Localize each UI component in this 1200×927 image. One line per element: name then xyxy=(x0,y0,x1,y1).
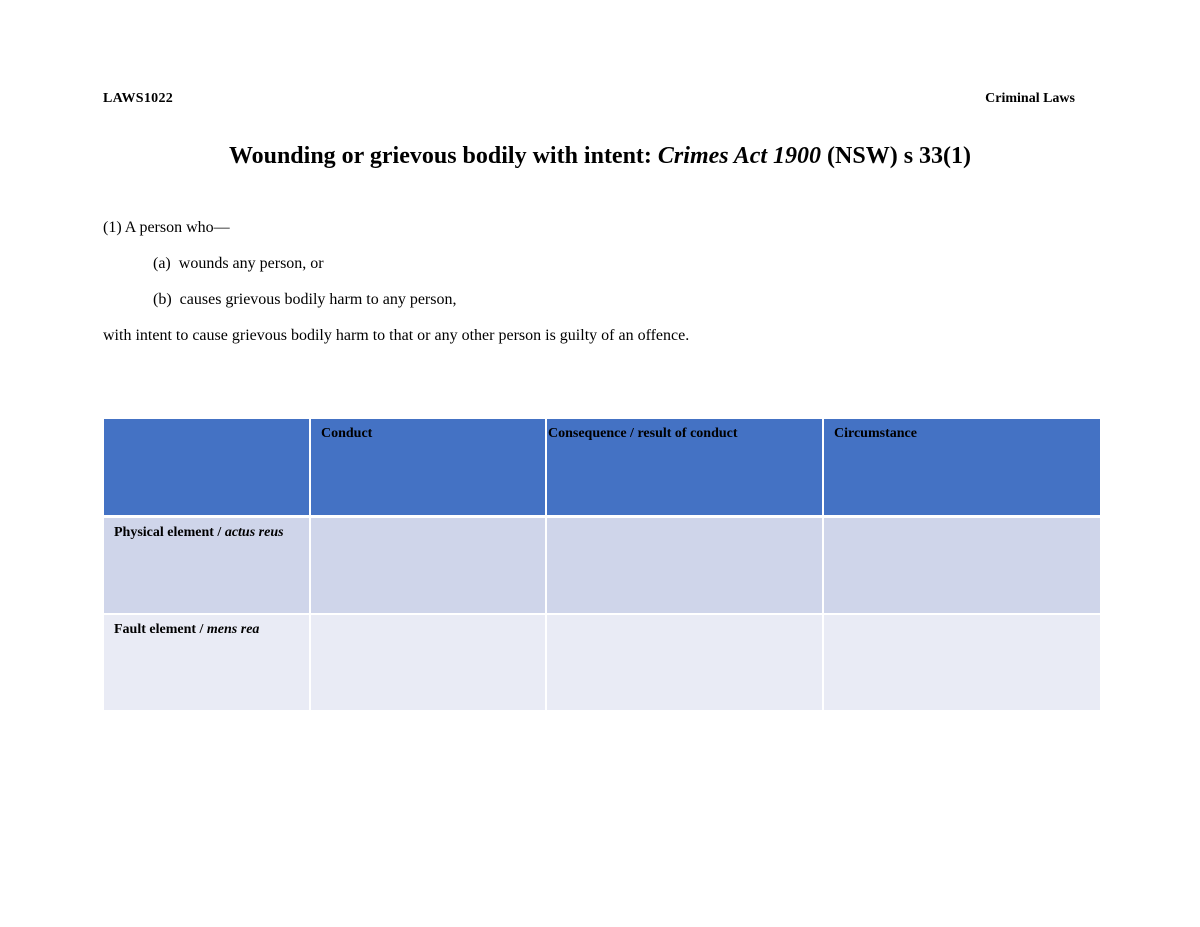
cell-physical-consequence[interactable] xyxy=(547,518,822,613)
provision-item-a: (a) wounds any person, or xyxy=(153,255,324,273)
act-name: Crimes Act 1900 xyxy=(657,143,822,169)
header-cell-empty xyxy=(104,419,309,515)
title-prefix: Wounding or grievous bodily with intent: xyxy=(228,143,658,169)
item-marker: (b) xyxy=(153,291,172,308)
course-code: LAWS1022 xyxy=(103,91,174,106)
table-row: Physical element / actus reus xyxy=(104,518,1100,613)
row-label-latin: mens rea xyxy=(206,622,260,637)
provision-closing: with intent to cause grievous bodily har… xyxy=(103,327,690,344)
item-text: wounds any person, or xyxy=(178,255,324,272)
row-label-physical-element: Physical element / actus reus xyxy=(104,518,309,613)
cell-physical-conduct[interactable] xyxy=(311,518,545,613)
cell-fault-consequence[interactable] xyxy=(547,615,822,710)
item-marker: (a) xyxy=(153,255,171,272)
header-cell-conduct: Conduct xyxy=(311,419,545,515)
row-label-text: Physical element / xyxy=(114,525,225,540)
row-label-text: Fault element / xyxy=(114,622,207,637)
header-cell-consequence: Consequence / result of conduct xyxy=(547,419,822,515)
elements-table: Conduct Consequence / result of conduct … xyxy=(104,419,1100,710)
row-label-fault-element: Fault element / mens rea xyxy=(104,615,309,710)
page-title: Wounding or grievous bodily with intent:… xyxy=(0,143,1200,170)
course-name: Criminal Laws xyxy=(985,91,1075,106)
table-header-row: Conduct Consequence / result of conduct … xyxy=(104,419,1100,515)
item-text: causes grievous bodily harm to any perso… xyxy=(179,291,457,308)
cell-physical-circumstance[interactable] xyxy=(824,518,1100,613)
table-row: Fault element / mens rea xyxy=(104,615,1100,710)
cell-fault-conduct[interactable] xyxy=(311,615,545,710)
header-cell-circumstance: Circumstance xyxy=(824,419,1100,515)
cell-fault-circumstance[interactable] xyxy=(824,615,1100,710)
title-suffix: (NSW) s 33(1) xyxy=(821,143,972,169)
row-label-latin: actus reus xyxy=(224,525,284,540)
provision-intro: (1) A person who— xyxy=(103,219,230,236)
provision-item-b: (b) causes grievous bodily harm to any p… xyxy=(153,291,456,309)
